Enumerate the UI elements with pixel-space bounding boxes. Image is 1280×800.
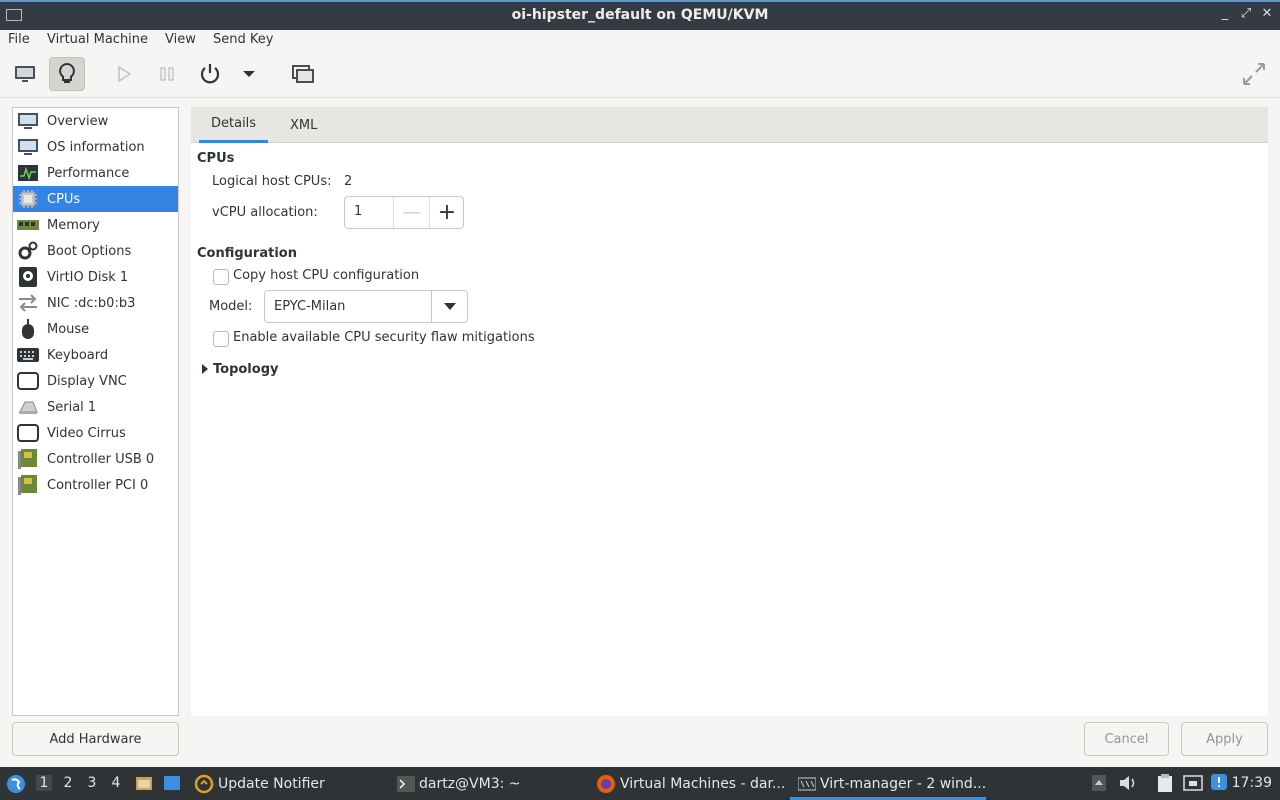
cpus-section-title: CPUs <box>197 151 235 166</box>
menu-send-key[interactable]: Send Key <box>213 32 273 47</box>
toolbar <box>0 52 1280 98</box>
monitor-icon <box>16 136 40 158</box>
sidebar-item-overview[interactable]: Overview <box>13 108 178 134</box>
gears-icon <box>16 240 40 262</box>
memory-stick-icon <box>16 214 40 236</box>
serial-port-icon <box>16 396 40 418</box>
power-icon[interactable] <box>192 57 228 91</box>
add-hardware-button[interactable]: Add Hardware <box>12 722 179 756</box>
close-icon[interactable]: ✕ <box>1258 6 1276 21</box>
model-combobox[interactable]: EPYC-Milan <box>264 290 468 323</box>
vcpu-allocation-input[interactable]: 1 <box>354 204 362 219</box>
workspace-3[interactable]: 3 <box>84 775 100 791</box>
monitor-icon[interactable] <box>7 57 43 91</box>
keyboard-icon <box>16 344 40 366</box>
sidebar-item-os-information[interactable]: OS information <box>13 134 178 160</box>
cpu-mitigations-checkbox[interactable] <box>213 331 229 347</box>
decrement-button[interactable]: — <box>393 197 429 228</box>
volume-icon[interactable] <box>1119 775 1137 795</box>
window-title: oi-hipster_default on QEMU/KVM <box>511 7 769 23</box>
sidebar-item-mouse[interactable]: Mouse <box>13 316 178 342</box>
logical-host-cpus-value: 2 <box>344 174 353 189</box>
controller-card-icon <box>16 448 40 470</box>
tab-bar: Details XML <box>191 107 1268 143</box>
sidebar-item-video-cirrus[interactable]: Video Cirrus <box>13 420 178 446</box>
dropdown-arrow-icon[interactable] <box>231 57 267 91</box>
configuration-section-title: Configuration <box>197 246 297 261</box>
display-icon <box>16 422 40 444</box>
task-virt-manager[interactable]: Virt-manager - 2 wind... <box>798 767 986 800</box>
update-notifier-icon <box>194 774 214 794</box>
chevron-down-icon[interactable] <box>431 291 467 322</box>
display-icon <box>16 370 40 392</box>
play-icon[interactable] <box>106 57 142 91</box>
menu-view[interactable]: View <box>165 32 196 47</box>
start-menu-icon[interactable] <box>6 774 26 798</box>
mouse-icon <box>16 318 40 340</box>
vcpu-allocation-stepper: 1 — + <box>344 196 464 229</box>
workspace-4[interactable]: 4 <box>108 775 124 791</box>
pause-icon[interactable] <box>149 57 185 91</box>
topology-expander[interactable]: Topology <box>213 362 278 377</box>
snapshot-icon[interactable] <box>285 57 321 91</box>
details-panel: Details XML CPUs Logical host CPUs: 2 vC… <box>191 107 1268 716</box>
sidebar-item-controller-pci-0[interactable]: Controller PCI 0 <box>13 472 178 498</box>
disk-icon <box>16 266 40 288</box>
menu-file[interactable]: File <box>8 32 30 47</box>
network-icon[interactable] <box>1183 775 1203 795</box>
logical-host-cpus-label: Logical host CPUs: <box>212 174 332 189</box>
sidebar-item-cpus[interactable]: CPUs <box>13 186 178 212</box>
task-terminal[interactable]: dartz@VM3: ~ <box>397 767 521 800</box>
virt-manager-icon <box>798 777 816 791</box>
terminal-icon <box>397 775 415 792</box>
sidebar-item-boot-options[interactable]: Boot Options <box>13 238 178 264</box>
workspace-1[interactable]: 1 <box>36 775 52 791</box>
sidebar-item-nic[interactable]: NIC :dc:b0:b3 <box>13 290 178 316</box>
taskbar: 1 2 3 4 Update Notifier dartz@VM3: ~ Vir… <box>0 767 1280 800</box>
sidebar-item-controller-usb-0[interactable]: Controller USB 0 <box>13 446 178 472</box>
controller-card-icon <box>16 474 40 496</box>
copy-host-cpu-label: Copy host CPU configuration <box>233 268 420 283</box>
fullscreen-icon[interactable] <box>1236 57 1272 91</box>
cpu-mitigations-label: Enable available CPU security flaw mitig… <box>233 330 535 345</box>
copy-host-cpu-checkbox[interactable] <box>213 269 229 285</box>
file-manager-icon[interactable] <box>135 774 153 796</box>
apply-button[interactable]: Apply <box>1181 722 1268 756</box>
minimize-icon[interactable]: _ <box>1216 6 1234 21</box>
sidebar-item-memory[interactable]: Memory <box>13 212 178 238</box>
monitor-icon <box>16 110 40 132</box>
clock: 17:39 <box>1231 775 1272 791</box>
task-firefox[interactable]: Virtual Machines - dar... <box>596 767 785 800</box>
maximize-icon[interactable]: ⤢ <box>1237 6 1255 21</box>
vm-details-window: File Virtual Machine View Send Key Overv… <box>0 30 1280 767</box>
increment-button[interactable]: + <box>429 197 464 228</box>
cancel-button[interactable]: Cancel <box>1084 722 1169 756</box>
cpu-chip-icon <box>16 188 40 210</box>
network-arrows-icon <box>16 292 40 314</box>
menu-bar: File Virtual Machine View Send Key <box>0 30 1280 52</box>
lightbulb-icon[interactable] <box>49 57 85 91</box>
tab-xml[interactable]: XML <box>278 107 329 143</box>
tab-details[interactable]: Details <box>199 107 269 143</box>
notification-icon[interactable] <box>1211 774 1227 794</box>
model-value[interactable]: EPYC-Milan <box>274 299 345 314</box>
sidebar-item-display-vnc[interactable]: Display VNC <box>13 368 178 394</box>
sidebar-item-performance[interactable]: Performance <box>13 160 178 186</box>
sidebar-item-virtio-disk-1[interactable]: VirtIO Disk 1 <box>13 264 178 290</box>
sidebar-item-serial-1[interactable]: Serial 1 <box>13 394 178 420</box>
performance-graph-icon <box>16 162 40 184</box>
tray-arrow-icon[interactable] <box>1092 775 1106 795</box>
menu-virtual-machine[interactable]: Virtual Machine <box>47 32 148 47</box>
show-desktop-icon[interactable] <box>163 774 181 796</box>
sidebar-item-keyboard[interactable]: Keyboard <box>13 342 178 368</box>
firefox-icon <box>596 774 616 794</box>
expander-arrow-icon[interactable] <box>201 363 209 379</box>
title-bar: oi-hipster_default on QEMU/KVM _ ⤢ ✕ <box>0 0 1280 30</box>
hardware-list: Overview OS information Performance CPUs… <box>12 107 179 716</box>
workspace-2[interactable]: 2 <box>60 775 76 791</box>
vcpu-allocation-label: vCPU allocation: <box>212 205 318 220</box>
model-label: Model: <box>209 299 253 314</box>
task-update-notifier[interactable]: Update Notifier <box>194 767 325 800</box>
clipboard-icon[interactable] <box>1156 774 1174 796</box>
